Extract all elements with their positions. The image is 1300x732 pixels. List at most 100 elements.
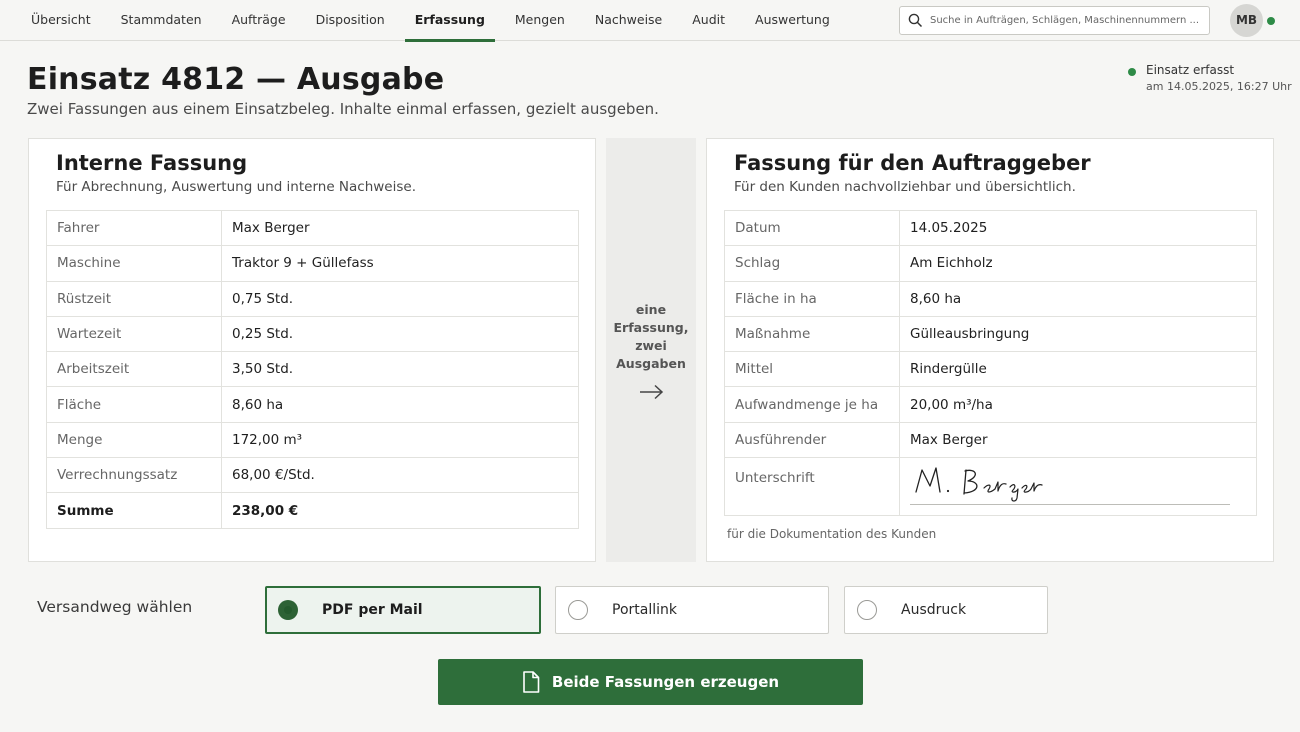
row-value: 8,60 ha [221, 386, 579, 423]
row-value: Gülleausbringung [899, 315, 1257, 353]
row-value: 0,25 Std. [221, 315, 579, 353]
row-label: Rüstzeit [46, 280, 222, 317]
signature-field [899, 457, 1257, 517]
client-card-subtitle: Für den Kunden nachvollziehbar und übers… [734, 179, 1076, 195]
online-status-dot [1267, 17, 1275, 25]
table-row: Fläche in ha 8,60 ha [724, 280, 1257, 317]
row-value: Max Berger [899, 421, 1257, 459]
client-data-table: Datum 14.05.2025 Schlag Am Eichholz Fläche… [724, 209, 1257, 517]
table-row: Datum 14.05.2025 [724, 209, 1257, 247]
row-value: Max Berger [221, 209, 579, 247]
row-value: 8,60 ha [899, 280, 1257, 317]
generate-button-label: Beide Fassungen erzeugen [551, 673, 780, 691]
client-card-title: Fassung für den Auftraggeber [734, 151, 1091, 175]
flow-text-line: zwei [635, 338, 667, 353]
nav-item-erfassung[interactable]: Erfassung [400, 0, 500, 42]
radio-icon[interactable] [568, 600, 588, 620]
status-timestamp: am 14.05.2025, 16:27 Uhr [1146, 80, 1292, 93]
row-label: Verrechnungssatz [46, 457, 222, 494]
flow-text-line: Ausgaben [616, 356, 686, 371]
shipping-label: Versandweg wählen [37, 598, 193, 616]
client-version-card: Fassung für den Auftraggeber Für den Kun… [706, 138, 1274, 562]
client-card-note: für die Dokumentation des Kunden [727, 527, 937, 541]
shipping-option-portallink[interactable]: Portallink [555, 586, 829, 634]
nav-item-uebersicht[interactable]: Übersicht [0, 0, 106, 41]
nav-item-mengen[interactable]: Mengen [500, 0, 580, 41]
row-value: 172,00 m³ [221, 421, 579, 459]
row-label: Arbeitszeit [46, 351, 222, 388]
user-avatar[interactable]: MB [1230, 4, 1263, 37]
page-subtitle: Zwei Fassungen aus einem Einsatzbeleg. I… [27, 100, 659, 118]
nav-item-audit[interactable]: Audit [677, 0, 740, 41]
arrow-right-icon [640, 384, 664, 400]
table-row: Wartezeit 0,25 Std. [46, 315, 579, 353]
nav-item-auftraege[interactable]: Aufträge [217, 0, 301, 41]
generate-both-versions-button[interactable]: Beide Fassungen erzeugen [438, 659, 863, 705]
document-icon [523, 671, 540, 693]
table-row: Arbeitszeit 3,50 Std. [46, 351, 579, 388]
nav-item-auswertung[interactable]: Auswertung [740, 0, 845, 41]
table-row: Ausführender Max Berger [724, 421, 1257, 459]
nav-item-stammdaten[interactable]: Stammdaten [106, 0, 217, 41]
shipping-option-pdf-mail[interactable]: PDF per Mail [265, 586, 541, 634]
table-row: Mittel Rindergülle [724, 351, 1257, 388]
flow-text-line: eine [635, 302, 667, 317]
radio-selected-icon[interactable] [278, 600, 298, 620]
table-row: Rüstzeit 0,75 Std. [46, 280, 579, 317]
status-dot-icon [1128, 68, 1136, 76]
row-label: Menge [46, 421, 222, 459]
signature-image [910, 462, 1246, 508]
table-row: Fahrer Max Berger [46, 209, 579, 247]
row-value: 3,50 Std. [221, 351, 579, 388]
row-value: 14.05.2025 [899, 209, 1257, 247]
total-row: Summe 238,00 € [46, 492, 579, 530]
signature-line [910, 504, 1230, 506]
row-value: Traktor 9 + Güllefass [221, 245, 579, 282]
row-label: Aufwandmenge je ha [724, 386, 900, 423]
total-label: Summe [46, 492, 222, 530]
row-value: 68,00 €/Std. [221, 457, 579, 494]
shipping-option-label: Ausdruck [901, 602, 967, 618]
table-row: Fläche 8,60 ha [46, 386, 579, 423]
page-title: Einsatz 4812 — Ausgabe [27, 62, 445, 97]
shipping-option-label: PDF per Mail [322, 602, 423, 618]
total-value: 238,00 € [221, 492, 579, 530]
row-label: Fläche [46, 386, 222, 423]
signature-label: Unterschrift [724, 457, 900, 517]
row-label: Schlag [724, 245, 900, 282]
row-label: Fläche in ha [724, 280, 900, 317]
nav-item-nachweise[interactable]: Nachweise [580, 0, 677, 41]
table-row: Menge 172,00 m³ [46, 421, 579, 459]
search-box[interactable] [899, 6, 1210, 35]
table-row: Maschine Traktor 9 + Güllefass [46, 245, 579, 282]
flow-text-line: Erfassung, [613, 320, 689, 335]
nav-item-disposition[interactable]: Disposition [301, 0, 400, 41]
internal-data-table: Fahrer Max Berger Maschine Traktor 9 + Gül… [46, 209, 579, 530]
row-value: Am Eichholz [899, 245, 1257, 282]
internal-version-card: Interne Fassung Für Abrechnung, Auswertu… [28, 138, 596, 562]
internal-card-subtitle: Für Abrechnung, Auswertung und interne N… [56, 179, 416, 195]
row-label: Maschine [46, 245, 222, 282]
flow-text: eine Erfassung, zwei Ausgaben [606, 301, 696, 373]
table-row: Maßnahme Gülleausbringung [724, 315, 1257, 353]
internal-card-title: Interne Fassung [56, 151, 248, 175]
row-value: 20,00 m³/ha [899, 386, 1257, 423]
status-label: Einsatz erfasst [1146, 63, 1235, 77]
row-label: Fahrer [46, 209, 222, 247]
table-row: Aufwandmenge je ha 20,00 m³/ha [724, 386, 1257, 423]
search-input[interactable] [930, 15, 1200, 26]
main-nav: Übersicht Stammdaten Aufträge Dispositio… [0, 0, 845, 42]
row-label: Mittel [724, 351, 900, 388]
table-row: Schlag Am Eichholz [724, 245, 1257, 282]
row-label: Datum [724, 209, 900, 247]
signature-row: Unterschrift [724, 457, 1257, 517]
radio-icon[interactable] [857, 600, 877, 620]
shipping-option-label: Portallink [612, 602, 677, 618]
row-label: Maßnahme [724, 315, 900, 353]
row-value: 0,75 Std. [221, 280, 579, 317]
shipping-option-ausdruck[interactable]: Ausdruck [844, 586, 1048, 634]
row-value: Rindergülle [899, 351, 1257, 388]
flow-indicator: eine Erfassung, zwei Ausgaben [606, 138, 696, 562]
row-label: Wartezeit [46, 315, 222, 353]
row-label: Ausführender [724, 421, 900, 459]
